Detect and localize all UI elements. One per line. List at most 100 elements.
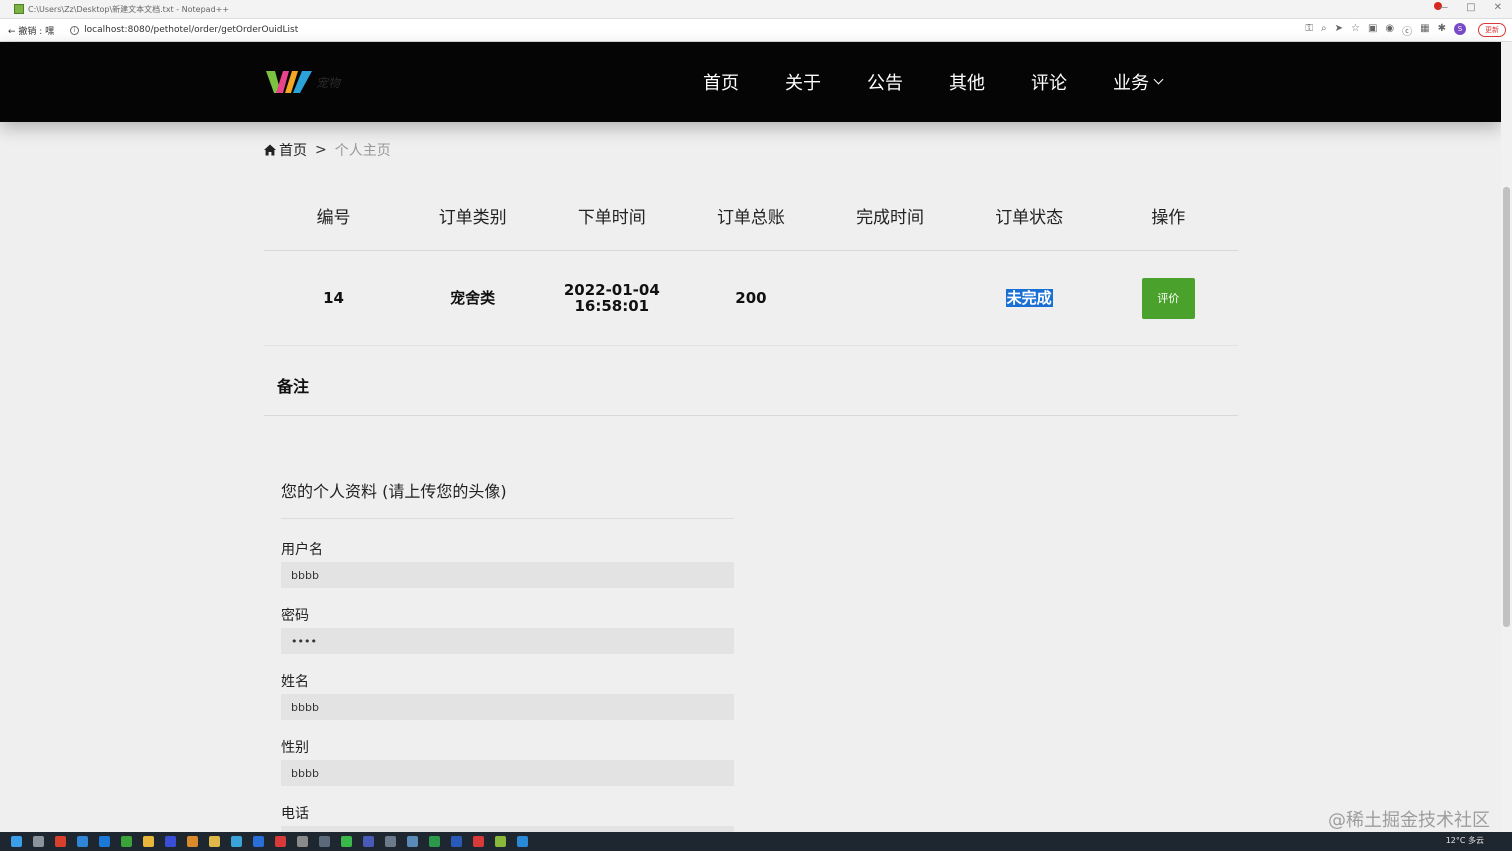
logo-icon [266,71,312,93]
app-icon[interactable] [275,836,286,847]
app-icon[interactable] [385,836,396,847]
order-total-cell: 200 [735,289,767,307]
cast-icon[interactable]: ▣ [1368,23,1377,38]
bookmark-star-icon[interactable]: ☆ [1351,23,1360,38]
zoom-icon[interactable]: ⌕ [1321,23,1327,38]
app-icon[interactable] [187,836,198,847]
main-nav: 首页 关于 公告 其他 评论 业务 [680,42,1185,122]
weather-indicator[interactable]: 12°C 多云 [1446,835,1484,846]
phone-label: 电话 [281,806,309,822]
breadcrumb-home-link[interactable]: 首页 [279,140,307,160]
profile-form: 您的个人资料 (请上传您的头像) 用户名 密码 姓名 性别 电话 [281,478,734,851]
profile-avatar[interactable]: S [1454,23,1466,35]
app-icon[interactable] [99,836,110,847]
nav-item-about[interactable]: 关于 [785,69,821,95]
watermark: @稀土掘金技术社区 [1328,810,1490,831]
gender-label: 性别 [281,740,309,756]
username-label: 用户名 [281,542,323,558]
word-icon[interactable] [451,836,462,847]
start-icon[interactable] [11,836,22,847]
gender-field[interactable] [281,760,734,786]
app-icon[interactable] [319,836,330,847]
profile-title: 您的个人资料 (请上传您的头像) [281,478,734,519]
site-header: 宠物 首页 关于 公告 其他 评论 业务 [0,42,1501,122]
app-icon[interactable] [341,836,352,847]
nav-item-other[interactable]: 其他 [949,69,985,95]
browser-address-bar: ← 撤销 : 嘿 i localhost:8080/pethotel/order… [0,19,1512,42]
search-icon[interactable] [33,836,44,847]
wechat-icon[interactable] [121,836,132,847]
nav-item-home[interactable]: 首页 [703,69,739,95]
key-icon[interactable]: ⚿ [1305,23,1313,38]
table-row: 14 宠舍类 2022-01-04 16:58:01 200 未完成 评价 [264,251,1238,346]
chrome-icon[interactable] [143,836,154,847]
share-icon[interactable]: ➤ [1335,23,1343,38]
column-header: 订单总账 [716,207,785,228]
column-header: 操作 [1151,207,1186,228]
app-icon[interactable] [165,836,176,847]
edge-icon[interactable] [517,836,528,847]
column-header: 订单状态 [995,207,1064,228]
taskbar: 12°C 多云 [0,832,1512,851]
home-icon [264,144,276,156]
name-field[interactable] [281,694,734,720]
screenshot-icon[interactable]: ◉ [1385,23,1394,38]
password-label: 密码 [281,608,309,624]
page-scrollbar[interactable] [1501,42,1512,832]
order-time-cell: 2022-01-04 16:58:01 [542,282,681,314]
order-status-cell: 未完成 [960,289,1099,307]
url-field[interactable]: localhost:8080/pethotel/order/getOrderOu… [84,25,298,35]
app-icon[interactable] [407,836,418,847]
app-icon[interactable] [297,836,308,847]
breadcrumb: 首页 > 个人主页 [264,140,391,160]
nav-item-comments[interactable]: 评论 [1031,69,1067,95]
action-cell: 评价 [1099,277,1238,319]
minimize-icon[interactable]: — [1438,2,1448,13]
order-id-cell: 14 [323,289,344,307]
site-info-icon[interactable]: i [70,25,80,35]
app-icon[interactable] [253,836,264,847]
system-tray: 12°C 多云 [1446,835,1484,846]
column-header: 下单时间 [577,207,646,228]
site-logo[interactable]: 宠物 [266,67,340,97]
password-field[interactable] [281,628,734,654]
order-time-date: 2022-01-04 [563,281,660,299]
nav-item-business[interactable]: 业务 [1113,69,1164,95]
breadcrumb-current: 个人主页 [334,143,391,159]
column-header: 完成时间 [856,207,925,228]
app-icon[interactable] [473,836,484,847]
username-field[interactable] [281,562,734,588]
extensions-puzzle-icon[interactable]: ✱ [1438,23,1446,38]
table-header: 编号 订单类别 下单时间 订单总账 完成时间 订单状态 操作 [264,180,1238,251]
excel-icon[interactable] [429,836,440,847]
folder-icon[interactable] [209,836,220,847]
window-titlebar: C:\Users\Zz\Desktop\新建文本文档.txt - Notepad… [0,0,1512,19]
order-table: 编号 订单类别 下单时间 订单总账 完成时间 订单状态 操作 14 宠舍类 20… [264,180,1238,346]
column-header: 编号 [316,207,351,228]
browser-toolbar: ⚿ ⌕ ➤ ☆ ▣ ◉ ⓒ ▦ ✱ S [1305,23,1466,38]
app-icon[interactable] [77,836,88,847]
extension-w-icon[interactable]: ⓒ [1402,23,1412,38]
maximize-icon[interactable]: □ [1466,2,1475,13]
logo-text: 宠物 [316,75,341,90]
image-icon[interactable]: ▦ [1420,23,1429,38]
notepad-icon[interactable] [495,836,506,847]
order-category-cell: 宠舍类 [450,289,496,307]
app-icon[interactable] [55,836,66,847]
back-button[interactable]: ← 撤销 : 嘿 [8,24,54,37]
scrollbar-thumb[interactable] [1503,187,1510,627]
breadcrumb-separator: > [315,142,327,158]
app-icon[interactable] [363,836,374,847]
column-header: 订单类别 [438,207,507,228]
app-icon[interactable] [231,836,242,847]
close-icon[interactable]: ✕ [1494,2,1502,13]
evaluate-button[interactable]: 评价 [1141,277,1195,319]
update-button[interactable]: 更新 [1478,23,1506,37]
window-controls: — □ ✕ [1438,2,1502,13]
order-time-clock: 16:58:01 [574,297,650,315]
remark-label: 备注 [277,377,310,396]
remark-row: 备注 [264,347,1238,416]
chevron-down-icon [1153,74,1164,85]
nav-item-notice[interactable]: 公告 [867,69,903,95]
order-status-text: 未完成 [1005,289,1053,307]
